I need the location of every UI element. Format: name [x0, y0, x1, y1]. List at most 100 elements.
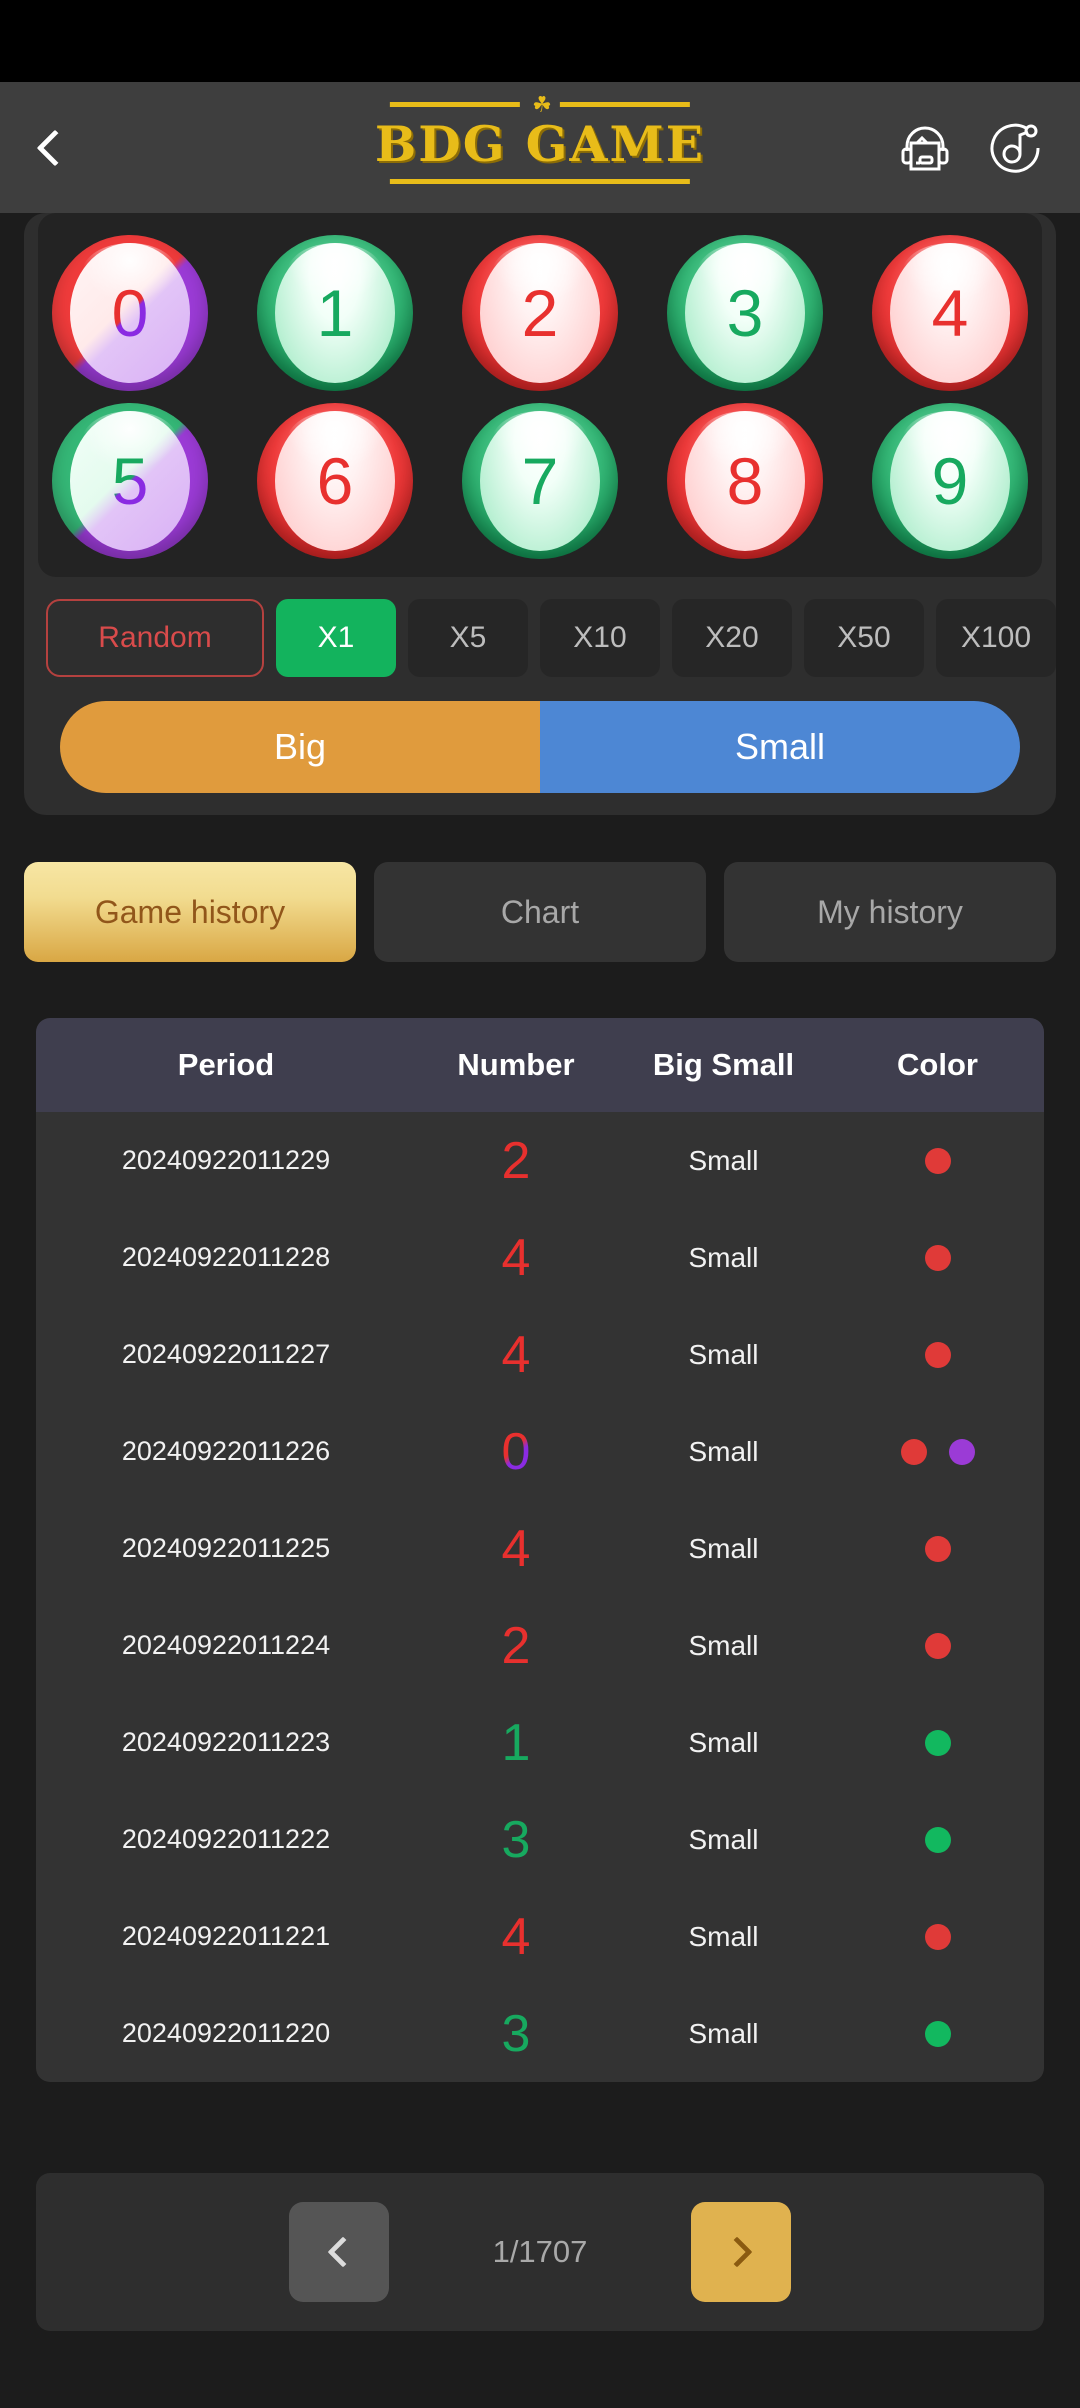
cell-big-small: Small	[688, 1726, 759, 1758]
ball-number-label: 7	[521, 444, 559, 518]
cell-period: 20240922011223	[121, 1727, 331, 1757]
cell-big-small: Small	[688, 1144, 759, 1176]
cell-period: 20240922011226	[121, 1436, 331, 1466]
cell-period: 20240922011220	[121, 2018, 331, 2048]
cell-big-small: Small	[688, 1823, 759, 1855]
color-dot	[924, 1244, 951, 1271]
cell-big-small: Small	[688, 1435, 759, 1467]
color-dot	[900, 1438, 927, 1465]
back-button[interactable]	[0, 129, 110, 166]
multiplier-button-x5[interactable]: X5	[408, 599, 528, 677]
cell-number: 0	[416, 1422, 616, 1482]
cell-period: 20240922011225	[121, 1533, 331, 1563]
number-ball-1[interactable]: 1	[257, 235, 413, 391]
logo-rule-bottom	[389, 179, 690, 184]
cell-color	[831, 2020, 1044, 2047]
column-header-period: Period	[177, 1047, 275, 1082]
number-ball-2[interactable]: 2	[462, 235, 618, 391]
cell-number: 4	[501, 1325, 531, 1384]
previous-page-button[interactable]	[288, 2202, 389, 2302]
multiplier-button-x1[interactable]: X1	[276, 599, 396, 677]
cell-number: 1	[501, 1713, 531, 1772]
multiplier-button-x10[interactable]: X10	[540, 599, 660, 677]
number-ball-5[interactable]: 5	[52, 403, 208, 559]
color-dot	[924, 1923, 951, 1950]
cell-color	[831, 1535, 1044, 1562]
game-screen: ☘ BDG GAME 0 1 2 3 4 5 6 7 8 9 Random X1…	[0, 0, 1080, 2408]
cell-period: 20240922011221	[121, 1921, 331, 1951]
number-ball-row-top: 0 1 2 3 4	[52, 235, 1028, 391]
table-row: 20240922011220 3 Small	[36, 1985, 1044, 2082]
cell-big-small: Small	[688, 1920, 759, 1952]
tab-my-history[interactable]: My history	[724, 862, 1056, 962]
multiplier-button-x100[interactable]: X100	[936, 599, 1056, 677]
cell-number: 4	[501, 1228, 531, 1287]
ball-number-label: 0	[111, 276, 149, 350]
ball-number-label: 1	[316, 276, 354, 350]
table-row: 20240922011225 4 Small	[36, 1500, 1044, 1597]
page-title: BDG GAME	[374, 115, 706, 173]
table-row: 20240922011223 1 Small	[36, 1694, 1044, 1791]
cell-number: 4	[501, 1907, 531, 1966]
chevron-left-icon	[36, 129, 74, 166]
cell-color	[831, 1438, 1044, 1465]
cell-color	[831, 1729, 1044, 1756]
cell-big-small: Small	[688, 1629, 759, 1661]
big-button[interactable]: Big	[60, 701, 540, 793]
next-page-button[interactable]	[691, 2202, 792, 2302]
number-ball-3[interactable]: 3	[667, 235, 823, 391]
brand-logo: ☘ BDG GAME	[374, 93, 706, 184]
tab-game-history[interactable]: Game history	[24, 862, 356, 962]
ball-number-label: 6	[316, 444, 354, 518]
cell-big-small: Small	[688, 1338, 759, 1370]
cell-color	[831, 1826, 1044, 1853]
table-row: 20240922011224 2 Small	[36, 1597, 1044, 1694]
ball-number-label: 8	[726, 444, 764, 518]
color-dot	[924, 1341, 951, 1368]
chevron-right-icon	[721, 2236, 753, 2268]
table-row: 20240922011221 4 Small	[36, 1888, 1044, 1985]
small-button[interactable]: Small	[540, 701, 1020, 793]
cell-big-small: Small	[688, 1241, 759, 1273]
multiplier-row: Random X1 X5 X10 X20 X50 X100	[46, 599, 1056, 677]
multiplier-button-x20[interactable]: X20	[672, 599, 792, 677]
cell-color	[831, 1632, 1044, 1659]
cell-number: 3	[501, 2004, 531, 2063]
chevron-left-icon	[327, 2236, 359, 2268]
cell-number: 2	[501, 1131, 531, 1190]
number-ball-6[interactable]: 6	[257, 403, 413, 559]
ball-number-label: 4	[931, 276, 969, 350]
cell-number: 4	[501, 1519, 531, 1578]
cell-period: 20240922011224	[121, 1630, 331, 1660]
logo-rule-top: ☘	[389, 93, 690, 116]
multiplier-button-random[interactable]: Random	[46, 599, 264, 677]
number-ball-grid: 0 1 2 3 4 5 6 7 8 9	[38, 213, 1042, 577]
color-dot	[948, 1438, 975, 1465]
color-dot	[924, 1632, 951, 1659]
table-row: 20240922011229 2 Small	[36, 1112, 1044, 1209]
status-bar	[0, 0, 1080, 82]
cell-big-small: Small	[688, 2017, 759, 2049]
number-ball-7[interactable]: 7	[462, 403, 618, 559]
ball-number-label: 3	[726, 276, 764, 350]
headset-icon[interactable]	[898, 121, 952, 175]
history-tabs: Game history Chart My history	[24, 862, 1056, 962]
number-ball-row-bottom: 5 6 7 8 9	[52, 403, 1028, 559]
tab-chart[interactable]: Chart	[374, 862, 706, 962]
number-ball-4[interactable]: 4	[872, 235, 1028, 391]
cell-period: 20240922011227	[121, 1339, 331, 1369]
column-header-number: Number	[457, 1047, 575, 1082]
multiplier-button-x50[interactable]: X50	[804, 599, 924, 677]
number-ball-0[interactable]: 0	[52, 235, 208, 391]
cell-number: 2	[501, 1616, 531, 1675]
music-note-icon[interactable]	[988, 121, 1042, 175]
color-dot	[924, 2020, 951, 2047]
cell-period: 20240922011229	[121, 1145, 331, 1175]
cell-color	[831, 1147, 1044, 1174]
number-ball-8[interactable]: 8	[667, 403, 823, 559]
color-dot	[924, 1147, 951, 1174]
bet-panel: 0 1 2 3 4 5 6 7 8 9 Random X1 X5 X10 X20 X50 X100 Big …	[24, 213, 1056, 815]
number-ball-9[interactable]: 9	[872, 403, 1028, 559]
app-header: ☘ BDG GAME	[0, 82, 1080, 213]
page-indicator: 1/1707	[492, 2234, 588, 2269]
